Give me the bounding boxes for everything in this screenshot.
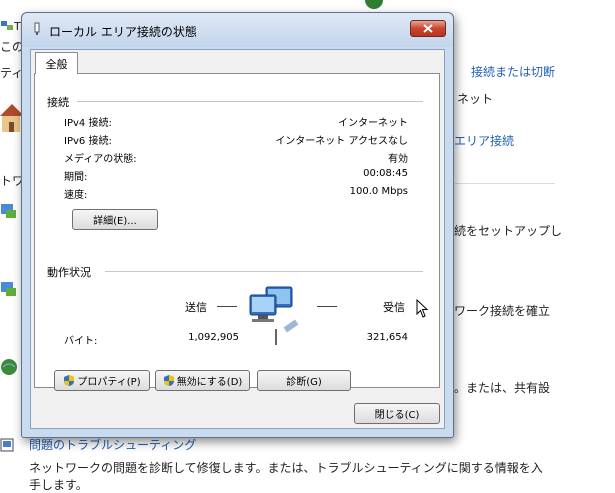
disable-button[interactable]: 無効にする(D) [155,370,250,391]
properties-button-label: プロパティ(P) [77,377,141,388]
mouse-cursor-icon [416,299,429,318]
properties-button[interactable]: プロパティ(P) [54,370,150,391]
activity-section-label: 動作状況 [47,266,91,279]
share-text: 。または、共有設 [454,381,551,395]
bytes-received-value: 321,654 [366,332,408,343]
media-state-value: 有効 [388,154,408,165]
network-connect-icon [1,204,16,218]
setup-text: 続をセットアップし [454,224,563,238]
bytes-sent-value: 1,092,905 [188,332,239,343]
duration-label: 期間: [64,172,88,183]
received-activity-line [317,306,337,307]
ipv4-value: インターネット [338,118,408,129]
house-icon [0,104,22,132]
speed-value: 100.0 Mbps [349,186,408,197]
uac-shield-icon [163,375,174,386]
troubleshoot-link[interactable]: 問題のトラブルシューティング [29,436,196,453]
speed-label: 速度: [64,190,88,201]
diagnose-button[interactable]: 診断(G) [257,370,351,391]
connection-section-divider [77,101,423,102]
bytes-label: バイト: [64,336,98,347]
partial-text-3: ティ [0,66,24,80]
dialog-client-area: 全般 接続 IPv4 接続: インターネット IPv6 接続: インターネット … [30,49,445,429]
general-tab-panel: 接続 IPv4 接続: インターネット IPv6 接続: インターネット アクセ… [34,73,440,391]
area-connection-link[interactable]: エリア接続 [454,132,514,149]
sent-activity-line [217,306,237,307]
media-state-label: メディアの状態: [64,154,137,165]
disable-button-label: 無効にする(D) [176,377,243,388]
divider [455,183,555,184]
globe-icon [1,359,17,375]
connect-disconnect-link[interactable]: 接続または切断 [471,63,555,80]
network-icon [1,21,13,30]
globe-icon [365,0,383,9]
sent-label: 送信 [185,301,207,314]
ipv6-label: IPv6 接続: [64,136,112,147]
network-adapter-icon [34,22,40,35]
close-window-button[interactable] [410,20,446,37]
close-icon [423,24,433,33]
close-button[interactable]: 閉じる(C) [354,403,440,424]
duration-value: 00:08:45 [363,168,408,179]
ipv4-label: IPv4 接続: [64,118,112,129]
title-bar[interactable]: ローカル エリア接続の状態 [22,13,453,47]
net-text: ネット [457,92,494,106]
activity-section-divider [105,271,423,272]
ipv6-value: インターネット アクセスなし [275,136,408,147]
local-area-connection-status-dialog: ローカル エリア接続の状態 全般 接続 IPv4 接続: インターネット IPv… [21,12,454,438]
work-text: ワーク接続を確立 [454,304,551,318]
network-connect-icon [1,282,16,296]
computer-network-icon [249,286,299,345]
dialog-title: ローカル エリア接続の状態 [49,25,197,39]
troubleshoot-icon [0,438,14,452]
details-button[interactable]: 詳細(E)... [72,209,158,230]
connection-section-label: 接続 [47,96,69,109]
tab-general[interactable]: 全般 [35,52,78,74]
uac-shield-icon [64,375,75,386]
troubleshoot-desc-line2: 手します。 [29,478,88,492]
troubleshoot-desc-line1: ネットワークの問題を診断して修復します。または、トラブルシューティングに関する情… [29,461,543,475]
received-label: 受信 [383,301,405,314]
